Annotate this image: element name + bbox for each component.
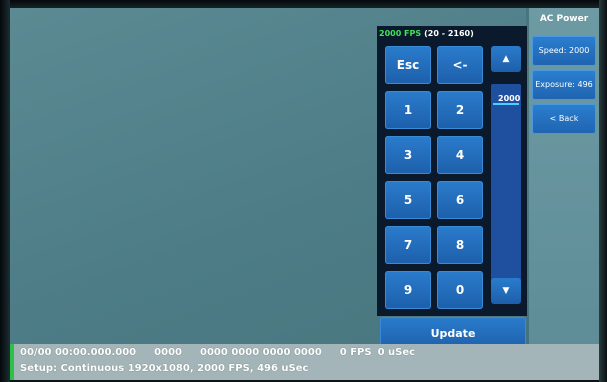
backspace-key[interactable]: <- [437, 46, 483, 84]
status-bar: 00/00 00:00.000.000 0000 0000 0000 0000 00… [10, 344, 599, 380]
timestamp: 00/00 00:00.000.000 [20, 347, 137, 358]
digit-0-key[interactable]: 0 [437, 271, 483, 309]
side-menu-panel: AC Power Speed: 2000 Exposure: 496 < Bac… [529, 8, 599, 348]
back-button[interactable]: < Back [532, 104, 596, 134]
digit-5-key[interactable]: 5 [385, 181, 431, 219]
power-status-label: AC Power [539, 14, 589, 24]
monitor-bezel-right [599, 0, 607, 382]
digit-7-key[interactable]: 7 [385, 226, 431, 264]
digit-3-key[interactable]: 3 [385, 136, 431, 174]
digit-8-key[interactable]: 8 [437, 226, 483, 264]
slider-position-marker[interactable] [493, 103, 519, 105]
decrease-arrow-icon[interactable]: ▼ [491, 278, 521, 304]
speed-button[interactable]: Speed: 2000 [532, 36, 596, 66]
digit-2-key[interactable]: 2 [437, 91, 483, 129]
esc-key[interactable]: Esc [385, 46, 431, 84]
fps-header: 2000 FPS (20 - 2160) [379, 29, 474, 38]
digit-9-key[interactable]: 9 [385, 271, 431, 309]
increase-arrow-icon[interactable]: ▲ [491, 46, 521, 72]
status-codes: 0000 0000 0000 0000 [200, 347, 322, 358]
slider-value-label: 2000 [498, 94, 521, 103]
status-indicator-strip [10, 344, 14, 380]
current-exposure: 0 uSec [377, 347, 416, 358]
digit-6-key[interactable]: 6 [437, 181, 483, 219]
value-slider-track[interactable] [491, 84, 521, 292]
current-fps: 0 FPS [339, 347, 372, 358]
digit-4-key[interactable]: 4 [437, 136, 483, 174]
setup-summary: Setup: Continuous 1920x1080, 2000 FPS, 4… [20, 363, 309, 374]
frame-count: 0000 [154, 347, 182, 358]
fps-current-value: 2000 FPS [379, 29, 422, 38]
digit-1-key[interactable]: 1 [385, 91, 431, 129]
monitor-bezel-left [0, 0, 10, 382]
fps-range: (20 - 2160) [424, 29, 474, 38]
exposure-button[interactable]: Exposure: 496 [532, 70, 596, 100]
status-line-1: 00/00 00:00.000.000 0000 0000 0000 0000 00… [20, 347, 433, 358]
camera-screen: AC Power Speed: 2000 Exposure: 496 < Bac… [10, 8, 599, 380]
